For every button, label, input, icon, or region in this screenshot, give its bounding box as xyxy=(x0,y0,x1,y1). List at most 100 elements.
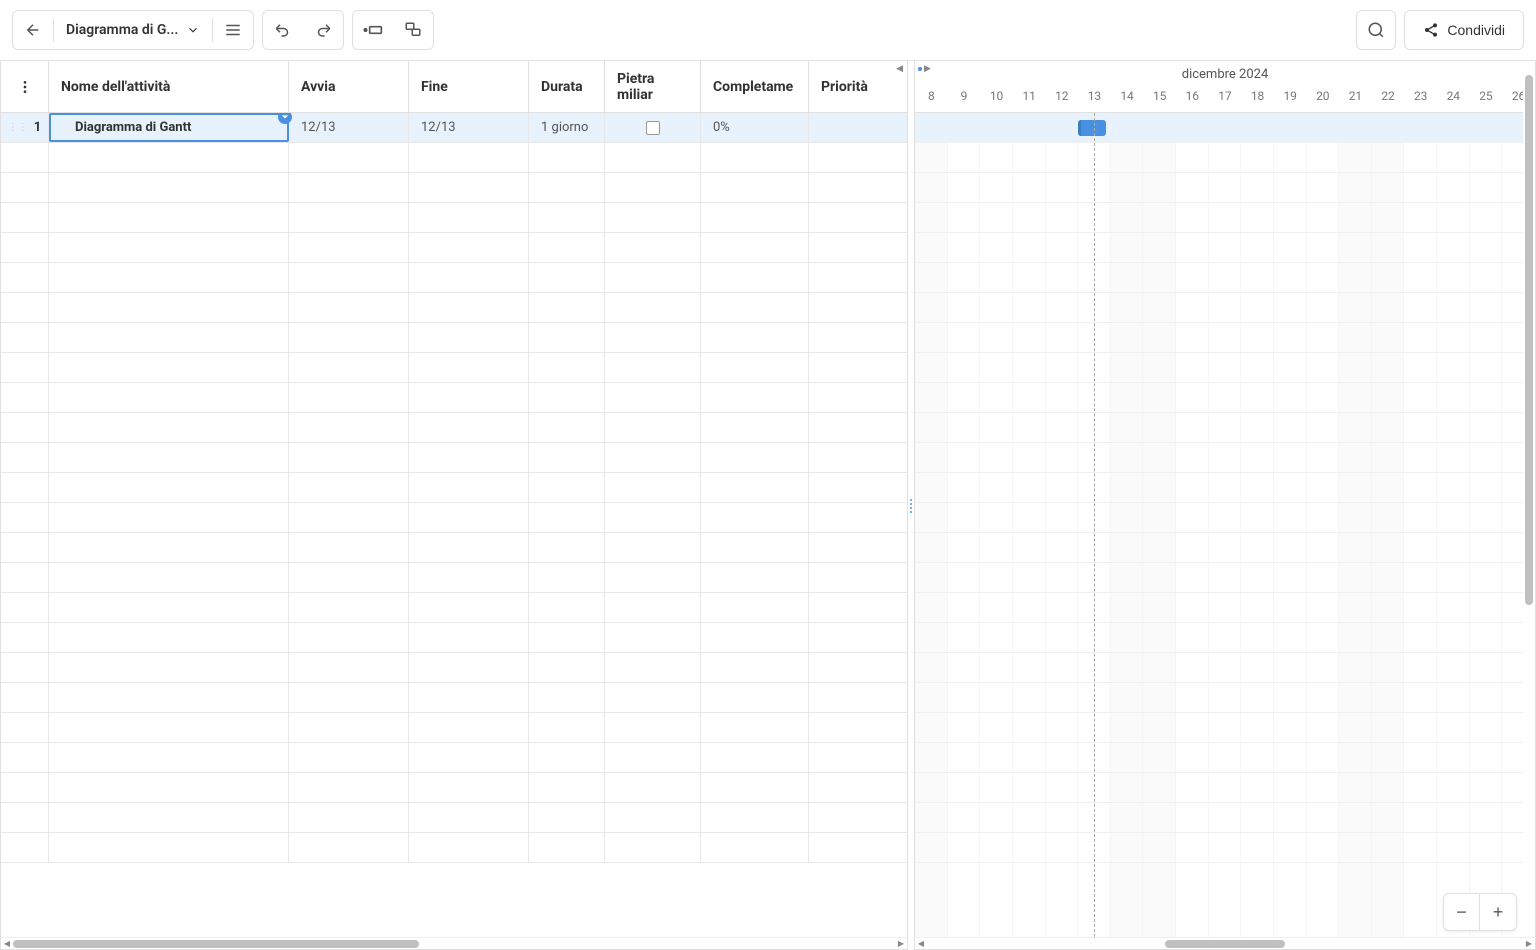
cell-name[interactable] xyxy=(49,713,289,742)
table-row-empty[interactable] xyxy=(1,473,907,503)
cell-name[interactable] xyxy=(49,353,289,382)
timeline-day[interactable]: 24 xyxy=(1437,84,1470,108)
cell-name[interactable] xyxy=(49,263,289,292)
table-row-empty[interactable] xyxy=(1,233,907,263)
row-handle[interactable] xyxy=(1,263,49,292)
cell-complete[interactable]: 0% xyxy=(701,113,809,142)
collapse-left-icon[interactable]: ◀ xyxy=(896,64,903,74)
cell-end[interactable] xyxy=(409,623,529,652)
cell-duration[interactable] xyxy=(529,203,605,232)
cell-name[interactable] xyxy=(49,143,289,172)
timeline-row[interactable] xyxy=(915,653,1535,683)
cell-priority[interactable] xyxy=(809,683,877,712)
cell-start[interactable] xyxy=(289,803,409,832)
cell-name[interactable]: Diagramma di Gantt xyxy=(49,113,289,142)
timeline-row[interactable] xyxy=(915,833,1535,863)
cell-complete[interactable] xyxy=(701,623,809,652)
row-handle[interactable]: ⋮⋮ 1 xyxy=(1,113,49,142)
cell-end[interactable] xyxy=(409,503,529,532)
timeline-day[interactable]: 14 xyxy=(1111,84,1144,108)
gantt-bar[interactable] xyxy=(1078,120,1106,136)
cell-priority[interactable] xyxy=(809,593,877,622)
grid-h-scrollbar[interactable]: ◀ ▶ xyxy=(1,937,907,949)
cell-end[interactable] xyxy=(409,593,529,622)
zoom-out-button[interactable]: − xyxy=(1444,894,1480,930)
cell-duration[interactable] xyxy=(529,173,605,202)
table-row-empty[interactable] xyxy=(1,413,907,443)
timeline-row[interactable] xyxy=(915,803,1535,833)
zoom-in-button[interactable]: + xyxy=(1480,894,1516,930)
cell-milestone[interactable] xyxy=(605,173,701,202)
cell-milestone[interactable] xyxy=(605,623,701,652)
cell-end[interactable] xyxy=(409,293,529,322)
cell-start[interactable] xyxy=(289,503,409,532)
timeline-row[interactable] xyxy=(915,233,1535,263)
cell-milestone[interactable] xyxy=(605,443,701,472)
cell-start[interactable] xyxy=(289,563,409,592)
cell-complete[interactable] xyxy=(701,743,809,772)
timeline-day[interactable]: 8 xyxy=(915,84,948,108)
cell-end[interactable] xyxy=(409,473,529,502)
cell-milestone[interactable] xyxy=(605,503,701,532)
timeline-row[interactable] xyxy=(915,263,1535,293)
cell-priority[interactable] xyxy=(809,443,877,472)
cell-milestone[interactable] xyxy=(605,473,701,502)
timeline-day[interactable]: 17 xyxy=(1209,84,1242,108)
cell-complete[interactable] xyxy=(701,803,809,832)
row-handle[interactable] xyxy=(1,233,49,262)
cell-priority[interactable] xyxy=(809,293,877,322)
cell-duration[interactable] xyxy=(529,323,605,352)
table-row-empty[interactable] xyxy=(1,623,907,653)
layout-button[interactable] xyxy=(393,11,433,49)
cell-milestone[interactable] xyxy=(605,833,701,862)
cell-start[interactable] xyxy=(289,473,409,502)
row-handle[interactable] xyxy=(1,623,49,652)
cell-milestone[interactable] xyxy=(605,353,701,382)
cell-complete[interactable] xyxy=(701,593,809,622)
cell-end[interactable] xyxy=(409,713,529,742)
cell-end[interactable] xyxy=(409,563,529,592)
menu-button[interactable] xyxy=(213,11,253,49)
cell-start[interactable] xyxy=(289,683,409,712)
cell-priority[interactable] xyxy=(809,503,877,532)
cell-end[interactable] xyxy=(409,143,529,172)
timeline-day[interactable]: 13 xyxy=(1078,84,1111,108)
timeline-row[interactable] xyxy=(915,533,1535,563)
cell-complete[interactable] xyxy=(701,833,809,862)
scroll-thumb[interactable] xyxy=(1525,75,1533,605)
timeline-row[interactable] xyxy=(915,743,1535,773)
cell-priority[interactable] xyxy=(809,143,877,172)
redo-button[interactable] xyxy=(303,11,343,49)
row-handle[interactable] xyxy=(1,713,49,742)
cell-priority[interactable] xyxy=(809,473,877,502)
cell-end[interactable] xyxy=(409,353,529,382)
cell-start[interactable] xyxy=(289,413,409,442)
table-row-empty[interactable] xyxy=(1,503,907,533)
timeline-row[interactable] xyxy=(915,563,1535,593)
row-handle[interactable] xyxy=(1,203,49,232)
timeline-row[interactable] xyxy=(915,353,1535,383)
cell-end[interactable] xyxy=(409,413,529,442)
cell-milestone[interactable] xyxy=(605,203,701,232)
timeline-row[interactable] xyxy=(915,773,1535,803)
cell-milestone[interactable] xyxy=(605,563,701,592)
column-header-start[interactable]: Avvia xyxy=(289,61,409,112)
cell-end[interactable] xyxy=(409,443,529,472)
table-row-empty[interactable] xyxy=(1,683,907,713)
cell-start[interactable] xyxy=(289,353,409,382)
share-button[interactable]: Condividi xyxy=(1404,10,1524,50)
cell-duration[interactable] xyxy=(529,533,605,562)
cell-duration[interactable] xyxy=(529,293,605,322)
row-handle[interactable] xyxy=(1,413,49,442)
cell-milestone[interactable] xyxy=(605,233,701,262)
timeline-day[interactable]: 25 xyxy=(1470,84,1503,108)
cell-priority[interactable] xyxy=(809,833,877,862)
cell-duration[interactable] xyxy=(529,623,605,652)
cell-name[interactable] xyxy=(49,773,289,802)
cell-start[interactable] xyxy=(289,593,409,622)
cell-complete[interactable] xyxy=(701,443,809,472)
cell-milestone[interactable] xyxy=(605,803,701,832)
timeline-day[interactable]: 18 xyxy=(1241,84,1274,108)
cell-milestone[interactable] xyxy=(605,653,701,682)
cell-complete[interactable] xyxy=(701,323,809,352)
